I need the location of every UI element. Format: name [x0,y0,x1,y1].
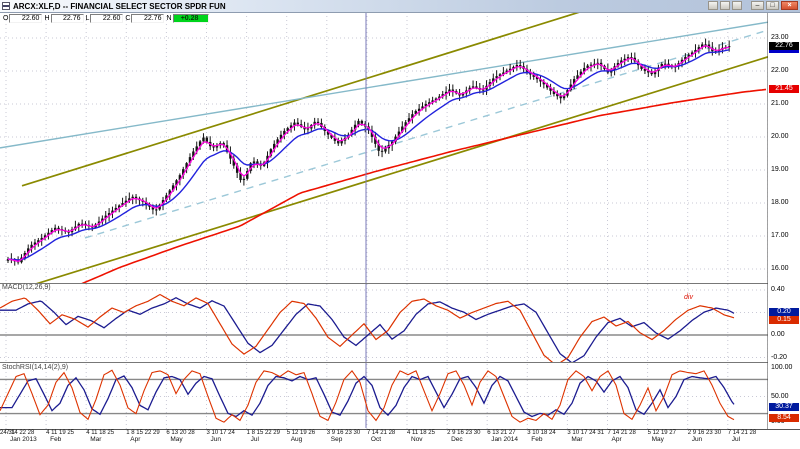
last-price-box: 22.76 [769,42,799,50]
window-controls: – □ × [708,1,798,10]
net-label: N [166,15,172,22]
time-axis-group: 7 14 22 28 Jan 2013 [6,430,48,443]
time-axis-month: Sep [330,436,343,443]
time-axis-month: Aug [290,436,303,443]
axis-tick: -0.20 [771,353,787,361]
time-axis-month: Feb [50,436,62,443]
stoch-value-box: 8.54 [769,414,799,422]
chart-window: ARCX:XLF,D -- FINANCIAL SELECT SECTOR SP… [0,0,800,445]
axis-tick: 18.00 [771,199,789,206]
time-axis-group: 6 13 21 27 Jan 2014 [487,430,529,443]
high-value: 22.76 [50,14,84,23]
axis-tick: 100.00 [771,364,793,371]
high-label: H [44,15,50,22]
axis-tick: 0.00 [771,331,785,338]
axis-tick: 17.00 [771,232,789,239]
titlebar-tool-button-2[interactable] [720,1,730,10]
time-axis-group: 5 12 19 27 May [648,430,690,443]
time-axis-group: 3 10 17 24 31 Mar [567,430,609,443]
time-axis-group: 1 8 15 22 29 Apr [126,430,168,443]
quote-bar: O 22.60 H 22.76 L 22.60 C 22.76 N +0.28 [1,13,209,24]
macd-value-box: 0.15 [769,316,799,324]
time-axis-group: 2 9 16 23 30 Dec [447,430,489,443]
open-label: O [3,15,9,22]
window-title: ARCX:XLF,D -- FINANCIAL SELECT SECTOR SP… [13,1,226,11]
time-axis-month: Nov [411,436,423,443]
time-axis-group: 6 13 20 28 May [166,430,208,443]
price-axis[interactable]: 23.00 22.00 21.00 20.00 19.00 18.00 17.00 16.00… [768,12,800,429]
time-axis-group: 4 11 18 25 Mar [86,430,128,443]
divergence-annotation: div [684,294,693,301]
low-label: L [85,15,90,22]
time-axis-month: Jun [210,436,221,443]
time-axis-group: 4 11 19 25 Feb [46,430,88,443]
axis-tick: 16.00 [771,265,789,272]
time-axis-month: May [651,436,664,443]
chart-window-icon [2,2,10,10]
time-axis-month: Dec [451,436,463,443]
ma-slow-price-box [769,50,799,53]
time-axis-month: Jan 2014 [491,436,518,443]
time-axis-group: 4 11 18 25 Nov [407,430,449,443]
close-label: C [125,15,131,22]
time-axis-month: Apr [611,436,622,443]
time-axis-group: 3 9 16 23 30 Sep [327,430,369,443]
net-change-value: +0.28 [172,14,209,23]
time-axis-month: Jul [731,436,741,443]
time-axis-month: Jan 2013 [10,436,37,443]
stoch-signal-value-box: 30.37 [769,403,799,411]
axis-tick: 21.00 [771,100,789,107]
time-axis-group: 5 12 19 26 Aug [287,430,329,443]
time-axis-group: 7 14 21 28 Oct [367,430,409,443]
time-axis-group: 1 8 15 22 29 Jul [247,430,289,443]
axis-tick: 50.00 [771,392,789,400]
time-axis-group: 3 10 18 24 Feb [527,430,569,443]
time-axis-month: Mar [90,436,102,443]
time-axis-month: Jun [691,436,703,443]
axis-tick: 0.40 [771,286,785,293]
low-value: 22.60 [90,14,124,23]
titlebar-tool-button-1[interactable] [708,1,718,10]
time-axis-month: Mar [571,436,583,443]
open-value: 22.60 [9,14,43,23]
time-axis-month: May [170,436,183,443]
time-axis-month: Jul [250,436,259,443]
macd-signal-value-box: 0.20 [769,308,799,316]
time-axis-month: Feb [531,436,543,443]
time-axis-month: Oct [370,436,382,443]
close-value: 22.76 [131,14,165,23]
window-titlebar[interactable]: ARCX:XLF,D -- FINANCIAL SELECT SECTOR SP… [0,0,800,13]
close-button[interactable]: × [781,1,798,10]
axis-tick: 19.00 [771,166,789,173]
time-axis-group: 7 14 21 28 Jul [728,430,770,443]
axis-tick: 20.00 [771,133,789,140]
restore-button[interactable]: □ [766,1,779,10]
ma-long-price-box: 21.45 [769,85,799,93]
time-axis[interactable]: 24 31 7 14 22 28 Jan 2013 4 11 19 25 Feb 4 11… [0,429,800,445]
titlebar-tool-button-3[interactable] [732,1,742,10]
minimize-button[interactable]: – [751,1,764,10]
stochrsi-panel-label: StochRSI(14,14(2),9) [2,364,69,371]
time-axis-month: Apr [130,436,141,443]
time-axis-group: 2 9 16 23 30 Jun [688,430,730,443]
macd-panel-label: MACD(12,26,9) [2,284,51,291]
chart-canvas[interactable] [0,0,800,444]
axis-tick: 23.00 [771,34,789,41]
time-axis-group: 3 10 17 24 Jun [207,430,249,443]
axis-tick: 22.00 [771,67,789,74]
time-axis-group: 7 14 21 28 Apr [608,430,650,443]
